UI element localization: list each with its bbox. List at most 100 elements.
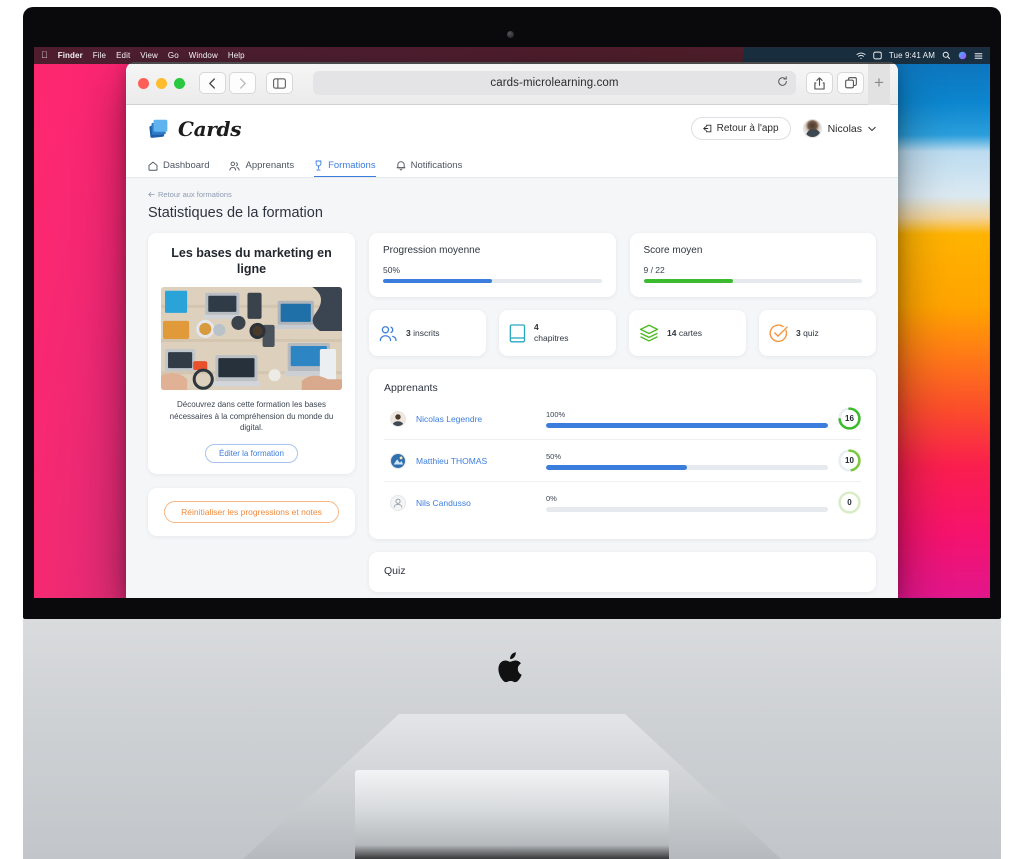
summary-stats-row: Progression moyenne 50% Score moyen 9 / …: [369, 233, 876, 297]
nav-label-dashboard: Dashboard: [163, 160, 210, 171]
breadcrumb[interactable]: Retour aux formations: [148, 190, 876, 199]
learners-title: Apprenants: [384, 382, 438, 394]
back-icon[interactable]: [199, 72, 226, 94]
back-to-app-label: Retour à l'app: [716, 123, 779, 134]
new-tab-button[interactable]: +: [868, 62, 890, 105]
menu-bar-clock[interactable]: Tue 9:41 AM: [889, 51, 935, 60]
book-icon: [509, 323, 526, 343]
nav-label-apprenants: Apprenants: [245, 160, 295, 171]
learner-score-value: 16: [845, 414, 854, 423]
check-circle-icon: [769, 323, 788, 343]
nav-item-formations[interactable]: Formations: [314, 160, 376, 177]
url-text: cards-microlearning.com: [490, 77, 619, 89]
mini-stat-chapitres[interactable]: 4 chapitres: [499, 310, 616, 356]
nav-item-notifications[interactable]: Notifications: [396, 160, 463, 177]
reload-icon[interactable]: [777, 74, 788, 92]
menu-item-view[interactable]: View: [140, 51, 158, 60]
sidebar-toggle-icon[interactable]: [266, 72, 293, 94]
learner-progress: 100%: [546, 410, 828, 428]
mini-stat-cartes[interactable]: 14 cartes: [629, 310, 746, 356]
main-nav: Dashboard Apprenants Formations Notifica…: [126, 152, 898, 178]
learners-card: Apprenants Nicolas Legendre 100% 16 Matt…: [369, 369, 876, 539]
nav-label-notifications: Notifications: [410, 160, 463, 171]
learner-name[interactable]: Matthieu THOMAS: [416, 456, 536, 466]
maximize-button[interactable]: [174, 77, 185, 89]
learner-name[interactable]: Nils Candusso: [416, 498, 536, 508]
learner-score-ring: 0: [838, 491, 861, 514]
safari-toolbar: cards-microlearning.com +: [126, 62, 898, 105]
forward-icon[interactable]: [229, 72, 256, 94]
nav-item-apprenants[interactable]: Apprenants: [229, 160, 294, 177]
login-arrow-icon: [702, 124, 711, 133]
apple-menu-icon[interactable]: : [41, 51, 48, 60]
list-icon[interactable]: [974, 52, 983, 60]
mini-stat-cartes-unit: cartes: [678, 327, 702, 338]
trophy-icon: [315, 160, 322, 171]
people-icon: [379, 325, 398, 342]
learner-progress: 0%: [546, 494, 828, 512]
learner-row[interactable]: Nicolas Legendre 100% 16: [384, 398, 861, 440]
share-icon[interactable]: [806, 72, 833, 94]
avatar: [390, 410, 406, 427]
mini-stat-chapitres-unit: chapitres: [534, 333, 569, 343]
nav-item-dashboard[interactable]: Dashboard: [148, 160, 209, 177]
mini-stat-quiz-unit: quiz: [803, 327, 819, 338]
webcam-icon: [507, 31, 514, 38]
mini-stat-quiz[interactable]: 3 quiz: [759, 310, 876, 356]
address-bar[interactable]: cards-microlearning.com: [313, 71, 796, 95]
siri-icon[interactable]: [958, 51, 967, 60]
menu-item-finder[interactable]: Finder: [58, 51, 83, 60]
course-thumbnail: [161, 287, 342, 391]
avg-score-value: 9 / 22: [643, 265, 665, 275]
learner-progress-fill: [546, 464, 687, 470]
learner-percent-label: 100%: [546, 409, 566, 419]
logo-text: Cards: [178, 116, 242, 141]
avg-score-label: Score moyen: [643, 245, 703, 256]
learner-row[interactable]: Nils Candusso 0% 0: [384, 482, 861, 523]
breadcrumb-label: Retour aux formations: [158, 190, 232, 199]
course-card: Les bases du marketing en ligne Découvre…: [148, 233, 355, 475]
learner-score-value: 10: [845, 456, 854, 465]
learner-name[interactable]: Nicolas Legendre: [416, 414, 536, 424]
layers-icon: [639, 324, 659, 342]
avg-progress-label: Progression moyenne: [383, 245, 481, 256]
control-center-icon[interactable]: [873, 51, 882, 60]
close-button[interactable]: [138, 77, 149, 89]
course-description: Découvrez dans cette formation les bases…: [169, 400, 334, 433]
mini-stat-inscrits[interactable]: 3 inscrits: [369, 310, 486, 356]
search-icon[interactable]: [942, 51, 951, 60]
menu-item-edit[interactable]: Edit: [116, 51, 130, 60]
quiz-card: Quiz: [369, 552, 876, 592]
mini-stat-inscrits-number: 3: [406, 327, 411, 338]
learner-percent-label: 50%: [546, 451, 562, 461]
learner-score-ring: 16: [838, 407, 861, 430]
mini-stat-inscrits-text: 3 inscrits: [406, 328, 440, 339]
user-menu[interactable]: Nicolas: [802, 119, 876, 138]
window-controls[interactable]: [138, 77, 185, 89]
arrow-left-icon: [148, 192, 155, 197]
back-to-app-button[interactable]: Retour à l'app: [690, 117, 791, 140]
web-page: Cards Retour à l'app Nicolas Dashboard A…: [126, 105, 898, 598]
mini-stat-chapitres-text: 4 chapitres: [534, 322, 569, 343]
macos-menu-bar[interactable]:  Finder File Edit View Go Window Help: [34, 47, 990, 64]
learner-percent-label: 0%: [546, 493, 557, 503]
learner-progress-fill: [546, 422, 828, 428]
app-logo[interactable]: Cards: [148, 117, 241, 141]
wifi-icon[interactable]: [856, 52, 866, 60]
tab-overview-icon[interactable]: [837, 72, 864, 94]
edit-course-button[interactable]: Éditer la formation: [205, 444, 298, 464]
nav-label-formations: Formations: [328, 160, 376, 171]
menu-item-help[interactable]: Help: [228, 51, 245, 60]
apple-logo-icon: [497, 650, 527, 686]
course-title: Les bases du marketing en ligne: [171, 246, 332, 276]
minimize-button[interactable]: [156, 77, 167, 89]
avg-score-bar: [643, 279, 862, 283]
learner-row[interactable]: Matthieu THOMAS 50% 10: [384, 440, 861, 482]
reset-card: Réinitialiser les progressions et notes: [148, 488, 355, 537]
menu-item-go[interactable]: Go: [168, 51, 179, 60]
menu-item-file[interactable]: File: [93, 51, 106, 60]
menu-item-window[interactable]: Window: [189, 51, 218, 60]
mini-stat-cartes-number: 14: [667, 327, 677, 338]
learner-score-value: 0: [847, 498, 852, 507]
reset-progress-button[interactable]: Réinitialiser les progressions et notes: [164, 501, 339, 524]
